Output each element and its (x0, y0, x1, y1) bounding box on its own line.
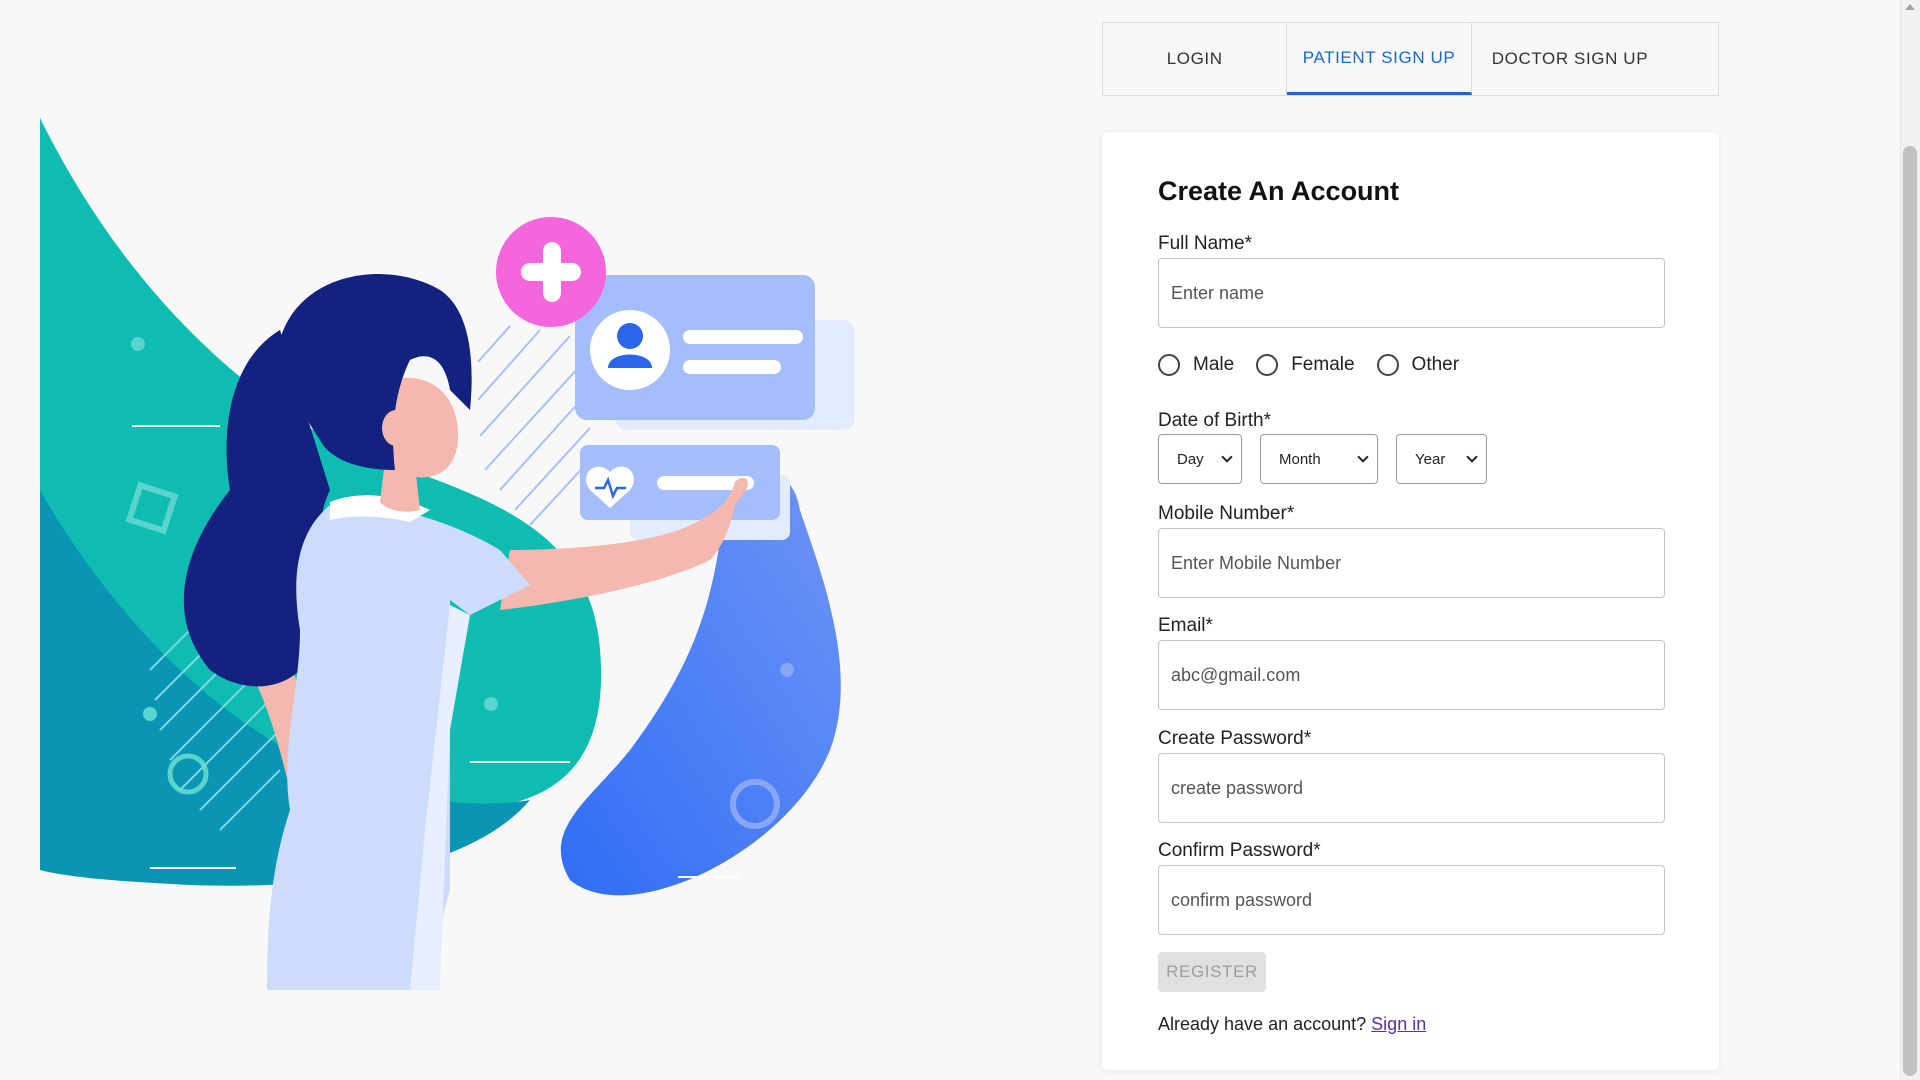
auth-tabs: LOGIN PATIENT SIGN UP DOCTOR SIGN UP (1102, 22, 1719, 96)
confirm-password-label: Confirm Password* (1158, 840, 1321, 861)
hero-illustration (40, 118, 855, 990)
dob-month-value: Month (1279, 450, 1321, 468)
chevron-down-icon (1221, 451, 1233, 463)
dob-selects: Day Month Year (1158, 434, 1505, 484)
radio-female[interactable] (1256, 354, 1279, 376)
create-password-input[interactable] (1158, 753, 1665, 823)
gender-radio-group: Male Female Other (1158, 354, 1481, 376)
gender-option-other[interactable]: Other (1376, 354, 1460, 376)
full-name-label: Full Name* (1158, 233, 1252, 254)
tab-patient-sign-up[interactable]: PATIENT SIGN UP (1287, 23, 1472, 95)
card-title: Create An Account (1158, 176, 1400, 206)
tab-login[interactable]: LOGIN (1103, 23, 1288, 95)
radio-male[interactable] (1158, 354, 1180, 376)
gender-option-female[interactable]: Female (1256, 354, 1355, 376)
scrollbar-thumb[interactable] (1903, 146, 1917, 1076)
register-button[interactable]: REGISTER (1158, 952, 1266, 992)
radio-other[interactable] (1376, 354, 1399, 376)
chevron-down-icon (1466, 451, 1478, 463)
tab-doctor-sign-up[interactable]: DOCTOR SIGN UP (1472, 23, 1718, 95)
dob-label: Date of Birth* (1158, 410, 1271, 431)
signup-card: Create An Account Full Name* Male Female… (1102, 132, 1719, 1070)
create-password-label: Create Password* (1158, 728, 1312, 749)
dob-month-select[interactable]: Month (1260, 434, 1378, 484)
dob-day-select[interactable]: Day (1158, 434, 1242, 484)
confirm-password-input[interactable] (1158, 865, 1665, 935)
page-scrollbar[interactable] (1900, 0, 1920, 1080)
signin-link[interactable]: Sign in (1371, 1014, 1426, 1034)
dob-year-value: Year (1415, 450, 1446, 468)
email-label: Email* (1158, 615, 1213, 636)
radio-other-label: Other (1411, 354, 1460, 375)
dob-year-select[interactable]: Year (1396, 434, 1487, 484)
dob-day-value: Day (1177, 450, 1204, 468)
radio-female-label: Female (1291, 354, 1355, 375)
signin-prompt-row: Already have an account? Sign in (1158, 1014, 1426, 1035)
chevron-down-icon (1357, 451, 1369, 463)
signin-prompt: Already have an account? (1158, 1014, 1367, 1034)
email-input[interactable] (1158, 640, 1665, 710)
mobile-input[interactable] (1158, 528, 1665, 598)
scroll-up-arrow-icon[interactable] (1905, 4, 1915, 10)
gender-option-male[interactable]: Male (1158, 354, 1234, 376)
radio-male-label: Male (1193, 354, 1235, 375)
mobile-label: Mobile Number* (1158, 503, 1295, 524)
full-name-input[interactable] (1158, 258, 1665, 328)
